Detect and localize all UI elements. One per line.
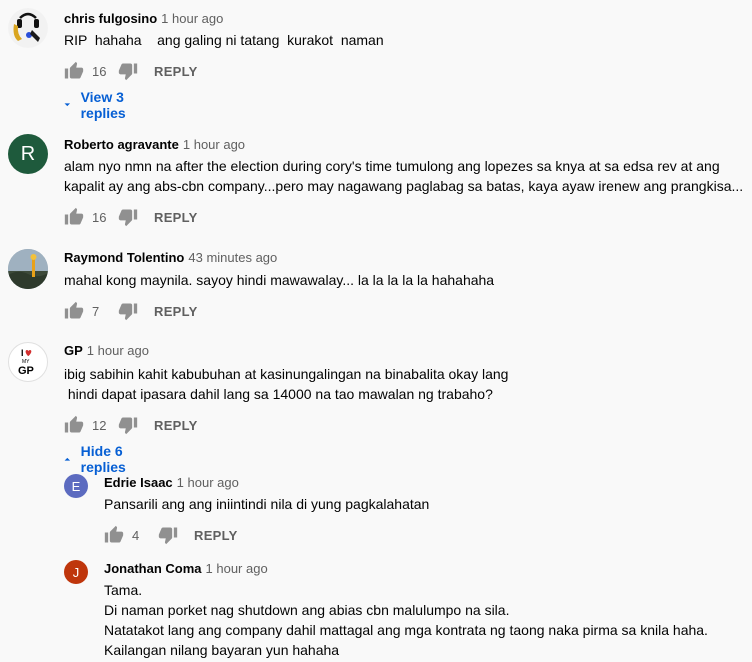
comment-time[interactable]: 1 hour ago bbox=[183, 137, 245, 152]
reply-author[interactable]: Jonathan Coma bbox=[104, 561, 202, 576]
comment-line: kapalit ay ang abs-cbn company...pero ma… bbox=[64, 178, 744, 194]
view-replies-button[interactable]: View 3 replies bbox=[64, 89, 131, 121]
comment-line: ibig sabihin kahit kabubuhan at kasinung… bbox=[64, 366, 509, 382]
view-replies-label: View 3 replies bbox=[80, 89, 126, 121]
comment-text: alam nyo nmn na after the election durin… bbox=[64, 156, 743, 196]
avatar[interactable] bbox=[8, 249, 48, 289]
comment-line: alam nyo nmn na after the election durin… bbox=[64, 158, 720, 174]
chevron-down-icon bbox=[64, 103, 71, 107]
thumbs-down-icon[interactable] bbox=[158, 525, 178, 545]
chevron-up-icon bbox=[64, 457, 71, 461]
avatar[interactable]: R bbox=[8, 134, 48, 174]
avatar-text-gp: GP bbox=[18, 365, 34, 377]
reply-button[interactable]: REPLY bbox=[194, 528, 238, 543]
comment-toolbar: 7 REPLY bbox=[64, 299, 198, 323]
thumbs-down-icon[interactable] bbox=[118, 301, 138, 321]
reply-author[interactable]: Edrie Isaac bbox=[104, 475, 173, 490]
reply-time[interactable]: 1 hour ago bbox=[177, 475, 239, 490]
reply-line: Di naman porket nag shutdown ang abias c… bbox=[104, 602, 510, 618]
landscape-photo-avatar-icon bbox=[8, 249, 48, 289]
reply-button[interactable]: REPLY bbox=[154, 64, 198, 79]
comment-line: mahal kong maynila. sayoy hindi mawawala… bbox=[64, 272, 495, 288]
thumbs-down-icon[interactable] bbox=[118, 415, 138, 435]
reply-toolbar: 4 REPLY bbox=[104, 523, 238, 547]
avatar[interactable] bbox=[8, 8, 48, 48]
thumbs-up-icon[interactable] bbox=[104, 525, 124, 545]
avatar-letter: R bbox=[20, 142, 36, 165]
like-count: 16 bbox=[92, 63, 107, 79]
reply-line: Kailangan nilang bayaran yun hahaha bbox=[104, 642, 340, 658]
comment-toolbar: 12 REPLY bbox=[64, 413, 198, 437]
comment-text: ibig sabihin kahit kabubuhan at kasinung… bbox=[64, 364, 508, 404]
comment-toolbar: 16 REPLY bbox=[64, 205, 198, 229]
comment-time[interactable]: 1 hour ago bbox=[161, 11, 223, 26]
like-count: 16 bbox=[92, 209, 107, 225]
reply-time[interactable]: 1 hour ago bbox=[206, 561, 268, 576]
comment-line: RIP hahaha ang galing ni tatang kurakot … bbox=[64, 32, 384, 48]
comment-author[interactable]: Raymond Tolentino bbox=[64, 250, 184, 265]
reply-line: Pansarili ang ang iniintindi nila di yun… bbox=[104, 496, 430, 512]
like-count: 7 bbox=[92, 303, 100, 319]
reply-text: Tama. Di naman porket nag shutdown ang ab… bbox=[104, 580, 708, 660]
reply-line: Tama. bbox=[104, 582, 143, 598]
thumbs-down-icon[interactable] bbox=[118, 207, 138, 227]
comment-author[interactable]: Roberto agravante bbox=[64, 137, 179, 152]
comment-author[interactable]: GP bbox=[64, 343, 83, 358]
comment-text: mahal kong maynila. sayoy hindi mawawala… bbox=[64, 270, 494, 290]
comment-toolbar: 16 REPLY bbox=[64, 59, 198, 83]
hide-replies-button[interactable]: Hide 6 replies bbox=[64, 443, 131, 475]
avatar[interactable]: I MY GP bbox=[8, 342, 48, 382]
i-love-my-gp-avatar-icon: I MY GP bbox=[18, 348, 34, 377]
comment-text: RIP hahaha ang galing ni tatang kurakot … bbox=[64, 30, 384, 50]
thumbs-up-icon[interactable] bbox=[64, 415, 84, 435]
comment-author[interactable]: chris fulgosino bbox=[64, 11, 157, 26]
comment-line: hindi dapat ipasara dahil lang sa 14000 … bbox=[64, 386, 493, 402]
thumbs-down-icon[interactable] bbox=[118, 61, 138, 81]
like-count: 4 bbox=[132, 527, 140, 543]
thumbs-up-icon[interactable] bbox=[64, 61, 84, 81]
reply-line: Natatakot lang ang company dahil mattaga… bbox=[104, 622, 708, 638]
reply-button[interactable]: REPLY bbox=[154, 304, 198, 319]
saxophone-headphones-avatar-icon bbox=[8, 8, 48, 48]
reply-text: Pansarili ang ang iniintindi nila di yun… bbox=[104, 494, 429, 514]
thumbs-up-icon[interactable] bbox=[64, 301, 84, 321]
reply-button[interactable]: REPLY bbox=[154, 210, 198, 225]
comment-time[interactable]: 1 hour ago bbox=[87, 343, 149, 358]
comment-time[interactable]: 43 minutes ago bbox=[188, 250, 277, 265]
like-count: 12 bbox=[92, 417, 107, 433]
hide-replies-label: Hide 6 replies bbox=[80, 443, 126, 475]
reply-button[interactable]: REPLY bbox=[154, 418, 198, 433]
avatar-letter: E bbox=[71, 478, 81, 494]
thumbs-up-icon[interactable] bbox=[64, 207, 84, 227]
avatar-letter: J bbox=[72, 564, 80, 580]
avatar-text-i: I bbox=[21, 348, 24, 358]
avatar[interactable]: E bbox=[64, 474, 88, 498]
avatar[interactable]: J bbox=[64, 560, 88, 584]
